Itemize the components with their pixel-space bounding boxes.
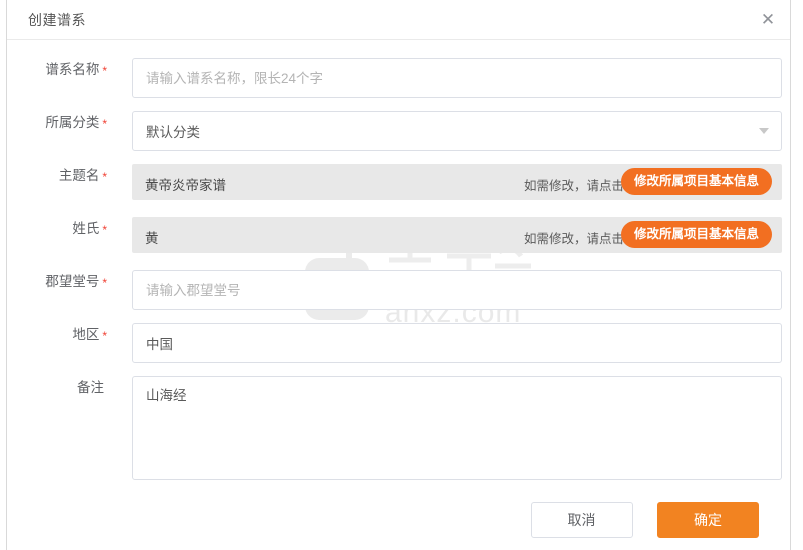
surname-hint: 如需修改，请点击 — [523, 232, 624, 246]
label-pedigree-name: 谱系名称 * — [7, 58, 107, 78]
form-row-category: 所属分类 * — [7, 111, 790, 164]
label-text: 姓氏 — [72, 221, 100, 236]
label-text: 地区 — [72, 327, 100, 342]
label-theme-name: 主题名 * — [7, 164, 107, 184]
label-remark: 备注 — [7, 376, 107, 396]
pedigree-name-input[interactable] — [132, 58, 782, 98]
required-marker: * — [102, 64, 107, 78]
label-hall-name: 郡望堂号 * — [7, 270, 107, 290]
field-hall-name — [132, 270, 782, 310]
edit-project-info-button-surname[interactable]: 修改所属项目基本信息 — [620, 221, 772, 248]
label-text: 郡望堂号 — [45, 274, 100, 289]
category-select-value[interactable] — [132, 111, 782, 151]
field-surname: 黄 如需修改，请点击 修改所属项目基本信息 — [132, 217, 782, 253]
label-region: 地区 * — [7, 323, 107, 343]
surname-readonly: 黄 如需修改，请点击 修改所属项目基本信息 — [132, 217, 782, 253]
remark-textarea[interactable] — [132, 376, 782, 480]
close-icon[interactable]: ✕ — [755, 7, 781, 33]
theme-name-readonly: 黄帝炎帝家谱 如需修改，请点击 修改所属项目基本信息 — [132, 164, 782, 200]
field-theme-name: 黄帝炎帝家谱 如需修改，请点击 修改所属项目基本信息 — [132, 164, 782, 200]
label-category: 所属分类 * — [7, 111, 107, 131]
required-marker: * — [102, 223, 107, 237]
dialog-header: 创建谱系 ✕ — [7, 0, 790, 40]
form-row-theme-name: 主题名 * 黄帝炎帝家谱 如需修改，请点击 修改所属项目基本信息 — [7, 164, 790, 217]
theme-name-hint: 如需修改，请点击 — [523, 179, 624, 193]
region-input[interactable] — [132, 323, 782, 363]
label-surname: 姓氏 * — [7, 217, 107, 237]
confirm-button[interactable]: 确定 — [657, 502, 759, 538]
hall-name-input[interactable] — [132, 270, 782, 310]
surname-value: 黄 — [145, 231, 159, 246]
category-select[interactable] — [132, 111, 782, 151]
dialog-footer: 取消 确定 — [530, 502, 759, 538]
required-marker: * — [102, 170, 107, 184]
pedigree-form: 谱系名称* 所属分类* 主题名* 黄帝炎帝家谱 如需修改，请点击 — [7, 40, 790, 501]
label-text: 谱系名称 — [45, 62, 100, 77]
required-marker: * — [102, 117, 107, 131]
label-text: 备注 — [77, 380, 104, 395]
form-row-region: 地区 * — [7, 323, 790, 376]
form-row-pedigree-name: 谱系名称 * — [7, 58, 790, 111]
label-text: 所属分类 — [45, 115, 100, 130]
field-category — [132, 111, 782, 151]
required-marker: * — [102, 329, 107, 343]
create-pedigree-dialog: 创建谱系 ✕ 安 anxz.com 谱系名称* 所属分类* — [6, 0, 791, 550]
field-remark — [132, 376, 782, 485]
theme-name-value: 黄帝炎帝家谱 — [145, 178, 226, 193]
page-title: 创建谱系 — [28, 12, 86, 28]
edit-project-info-button-theme[interactable]: 修改所属项目基本信息 — [620, 168, 772, 195]
field-pedigree-name — [132, 58, 782, 98]
form-row-surname: 姓氏 * 黄 如需修改，请点击 修改所属项目基本信息 — [7, 217, 790, 270]
cancel-button[interactable]: 取消 — [530, 502, 633, 538]
required-marker: * — [102, 276, 107, 290]
label-text: 主题名 — [58, 168, 100, 183]
field-region — [132, 323, 782, 363]
form-row-hall-name: 郡望堂号 * — [7, 270, 790, 323]
form-row-remark: 备注 — [7, 376, 790, 501]
